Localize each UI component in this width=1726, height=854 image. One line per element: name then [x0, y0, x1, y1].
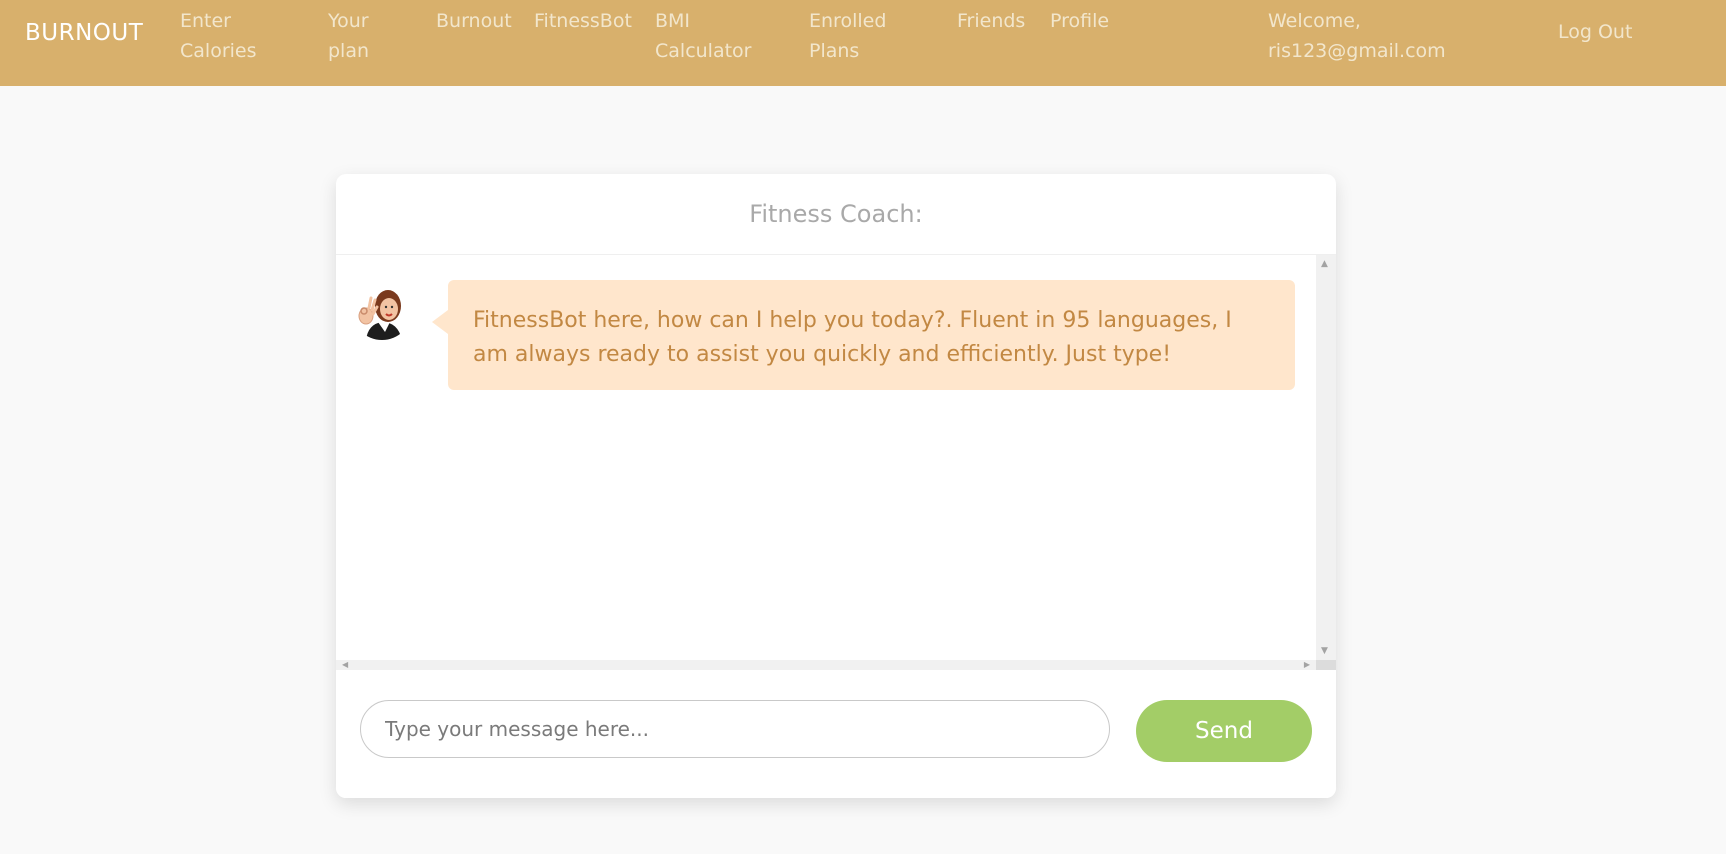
scroll-left-arrow-icon[interactable]: ◀ — [342, 660, 348, 670]
nav-label-line2: plan — [328, 40, 370, 62]
scroll-up-arrow-icon[interactable]: ▲ — [1321, 259, 1328, 269]
scrollbar-corner — [1316, 660, 1336, 670]
logout-link[interactable]: Log Out — [1558, 21, 1632, 43]
nav-bmi-calculator[interactable]: BMI Calculator — [655, 6, 751, 66]
chat-card: Fitness Coach: FitnessBot here, how can … — [336, 174, 1336, 798]
horizontal-scrollbar[interactable]: ◀ ▶ — [336, 660, 1316, 670]
chat-messages-area[interactable]: FitnessBot here, how can I help you toda… — [336, 255, 1336, 670]
nav-label-line1: Enrolled — [809, 10, 887, 32]
send-button[interactable]: Send — [1136, 700, 1312, 762]
nav-your-plan[interactable]: Your plan — [328, 6, 369, 66]
vertical-scrollbar[interactable]: ▲ ▼ — [1316, 255, 1336, 660]
nav-label-line1: Your — [328, 10, 369, 32]
message-input[interactable] — [360, 700, 1110, 758]
nav-friends[interactable]: Friends — [957, 6, 1025, 36]
chat-input-row: Send — [336, 670, 1336, 798]
nav-label-line2: Plans — [809, 40, 860, 62]
bot-message-bubble: FitnessBot here, how can I help you toda… — [432, 280, 1295, 390]
nav-label-line1: BMI — [655, 10, 691, 32]
nav-fitnessbot[interactable]: FitnessBot — [534, 6, 632, 36]
nav-label-line1: FitnessBot — [534, 10, 632, 32]
brand-logo[interactable]: BURNOUT — [25, 20, 143, 46]
bot-avatar-icon — [352, 280, 412, 340]
nav-label-line1: Profile — [1050, 10, 1110, 32]
user-email: ris123@gmail.com — [1268, 40, 1446, 62]
chat-title: Fitness Coach: — [749, 200, 923, 228]
nav-enter-calories[interactable]: Enter Calories — [180, 6, 257, 66]
nav-label-line1: Burnout — [436, 10, 512, 32]
welcome-text: Welcome, ris123@gmail.com — [1268, 6, 1446, 66]
welcome-line1: Welcome, — [1268, 10, 1361, 32]
scroll-down-arrow-icon[interactable]: ▼ — [1321, 646, 1328, 656]
nav-burnout[interactable]: Burnout — [436, 6, 512, 36]
scroll-right-arrow-icon[interactable]: ▶ — [1304, 660, 1310, 670]
bot-message-text: FitnessBot here, how can I help you toda… — [473, 308, 1232, 367]
nav-label-line2: Calories — [180, 40, 257, 62]
bot-avatar — [352, 280, 412, 340]
nav-label-line1: Friends — [957, 10, 1026, 32]
top-navbar: BURNOUT Enter Calories Your plan Burnout… — [0, 0, 1726, 86]
nav-label-line1: Enter — [180, 10, 231, 32]
chat-header: Fitness Coach: — [336, 174, 1336, 255]
nav-profile[interactable]: Profile — [1050, 6, 1109, 36]
nav-enrolled-plans[interactable]: Enrolled Plans — [809, 6, 886, 66]
nav-label-line2: Calculator — [655, 40, 752, 62]
